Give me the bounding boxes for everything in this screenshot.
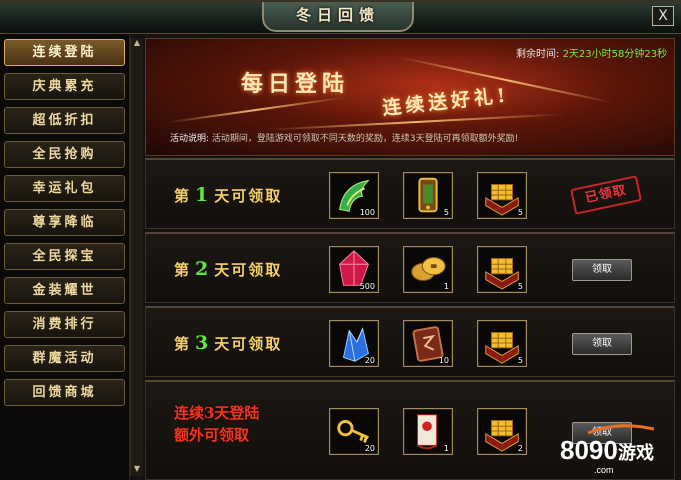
- item-quantity: 1: [443, 282, 449, 291]
- day-number: 2: [195, 258, 211, 280]
- light-streak: [166, 96, 346, 124]
- svg-text:.com: .com: [594, 465, 614, 475]
- item-quantity: 2: [517, 444, 523, 453]
- site-watermark-logo: 8090 游戏 .com: [560, 424, 655, 475]
- day-number: 3: [195, 332, 211, 354]
- day-prefix: 第: [174, 261, 192, 279]
- reward-item[interactable]: 10: [403, 320, 453, 367]
- day-label: 第 2 天可领取: [174, 258, 282, 280]
- reward-item[interactable]: 5: [477, 320, 527, 367]
- claim-button[interactable]: 领取: [572, 259, 632, 281]
- item-quantity: 20: [364, 444, 375, 453]
- day-prefix: 第: [174, 187, 192, 205]
- reward-item[interactable]: 5: [477, 172, 527, 219]
- day-label: 第 1 天可领取: [174, 184, 282, 206]
- item-quantity: 1: [443, 444, 449, 453]
- reward-item[interactable]: 20: [329, 320, 379, 367]
- svg-text:游戏: 游戏: [618, 442, 654, 464]
- sidebar-item-reward-shop[interactable]: 回馈商城: [4, 379, 125, 406]
- reward-item[interactable]: 2: [477, 408, 527, 455]
- sidebar-item-spending-rank[interactable]: 消费排行: [4, 311, 125, 338]
- sidebar-item-treasure-hunt[interactable]: 全民探宝: [4, 243, 125, 270]
- bonus-label-line-1: 连续3天登陆: [174, 404, 260, 422]
- event-description: 活动说明: 活动期间，登陆游戏可领取不同天数的奖励，连续3天登陆可再领取额外奖励…: [170, 131, 670, 144]
- item-quantity: 5: [443, 208, 449, 217]
- sidebar-item-consecutive-login[interactable]: 连续登陆: [4, 39, 125, 66]
- sidebar: 连续登陆 庆典累充 超低折扣 全民抢购 幸运礼包 尊享降临 全民探宝 金装耀世 …: [0, 34, 130, 480]
- item-quantity: 5: [517, 282, 523, 291]
- day-prefix: 第: [174, 335, 192, 353]
- timer-value: 2天23小时58分钟23秒: [562, 49, 668, 60]
- sidebar-item-demon-event[interactable]: 群魔活动: [4, 345, 125, 372]
- banner-title-gifts: 连续送好礼!: [381, 84, 511, 120]
- sidebar-item-vip-arrival[interactable]: 尊享降临: [4, 209, 125, 236]
- svg-text:8090: 8090: [560, 435, 618, 465]
- reward-item[interactable]: 1: [403, 408, 453, 455]
- scrollbar[interactable]: ▲ ▼: [130, 38, 143, 476]
- claim-button[interactable]: 领取: [572, 333, 632, 355]
- game-window: 冬日回馈 X 连续登陆 庆典累充 超低折扣 全民抢购 幸运礼包 尊享降临 全民探…: [0, 0, 681, 480]
- reward-item[interactable]: 5: [403, 172, 453, 219]
- day-suffix: 天可领取: [214, 187, 283, 205]
- day-suffix: 天可领取: [214, 261, 283, 279]
- item-quantity: 5: [517, 356, 523, 365]
- item-quantity: 100: [359, 208, 375, 217]
- reward-row-day-2: 第 2 天可领取 500 1 5 领取: [145, 232, 675, 303]
- scroll-up-icon[interactable]: ▲: [131, 38, 143, 48]
- day-suffix: 天可领取: [214, 335, 283, 353]
- reward-item[interactable]: 500: [329, 246, 379, 293]
- reward-item[interactable]: 20: [329, 408, 379, 455]
- window-title: 冬日回馈: [262, 2, 414, 32]
- sidebar-item-super-discount[interactable]: 超低折扣: [4, 107, 125, 134]
- claimed-stamp: 已领取: [570, 175, 642, 215]
- sidebar-item-celebration-recharge[interactable]: 庆典累充: [4, 73, 125, 100]
- item-quantity: 500: [359, 282, 375, 291]
- day-number: 1: [195, 184, 211, 206]
- remaining-time: 剩余时间: 2天23小时58分钟23秒: [516, 45, 667, 60]
- event-banner: 每日登陆 连续送好礼! 剩余时间: 2天23小时58分钟23秒 活动说明: 活动…: [145, 38, 675, 156]
- item-quantity: 10: [438, 356, 449, 365]
- bonus-label: 连续3天登陆 额外可领取: [174, 402, 259, 446]
- reward-item[interactable]: 5: [477, 246, 527, 293]
- sidebar-item-flash-sale[interactable]: 全民抢购: [4, 141, 125, 168]
- day-label: 第 3 天可领取: [174, 332, 282, 354]
- banner-title-daily-login: 每日登陆: [241, 71, 350, 97]
- reward-item[interactable]: 1: [403, 246, 453, 293]
- item-quantity: 20: [364, 356, 375, 365]
- reward-row-day-1: 第 1 天可领取 100 5 5 已领取: [145, 158, 675, 229]
- bonus-label-line-2: 额外可领取: [174, 426, 250, 444]
- sidebar-item-gold-gear[interactable]: 金装耀世: [4, 277, 125, 304]
- main-panel: 每日登陆 连续送好礼! 剩余时间: 2天23小时58分钟23秒 活动说明: 活动…: [145, 38, 681, 480]
- sidebar-item-lucky-pack[interactable]: 幸运礼包: [4, 175, 125, 202]
- reward-item[interactable]: 100: [329, 172, 379, 219]
- reward-row-day-3: 第 3 天可领取 20 10 5 领取: [145, 306, 675, 377]
- item-quantity: 5: [517, 208, 523, 217]
- description-label: 活动说明:: [170, 134, 210, 144]
- description-text: 活动期间，登陆游戏可领取不同天数的奖励，连续3天登陆可再领取额外奖励!: [211, 134, 519, 144]
- scroll-down-icon[interactable]: ▼: [131, 464, 143, 474]
- close-button[interactable]: X: [652, 6, 674, 26]
- timer-label: 剩余时间:: [516, 49, 560, 60]
